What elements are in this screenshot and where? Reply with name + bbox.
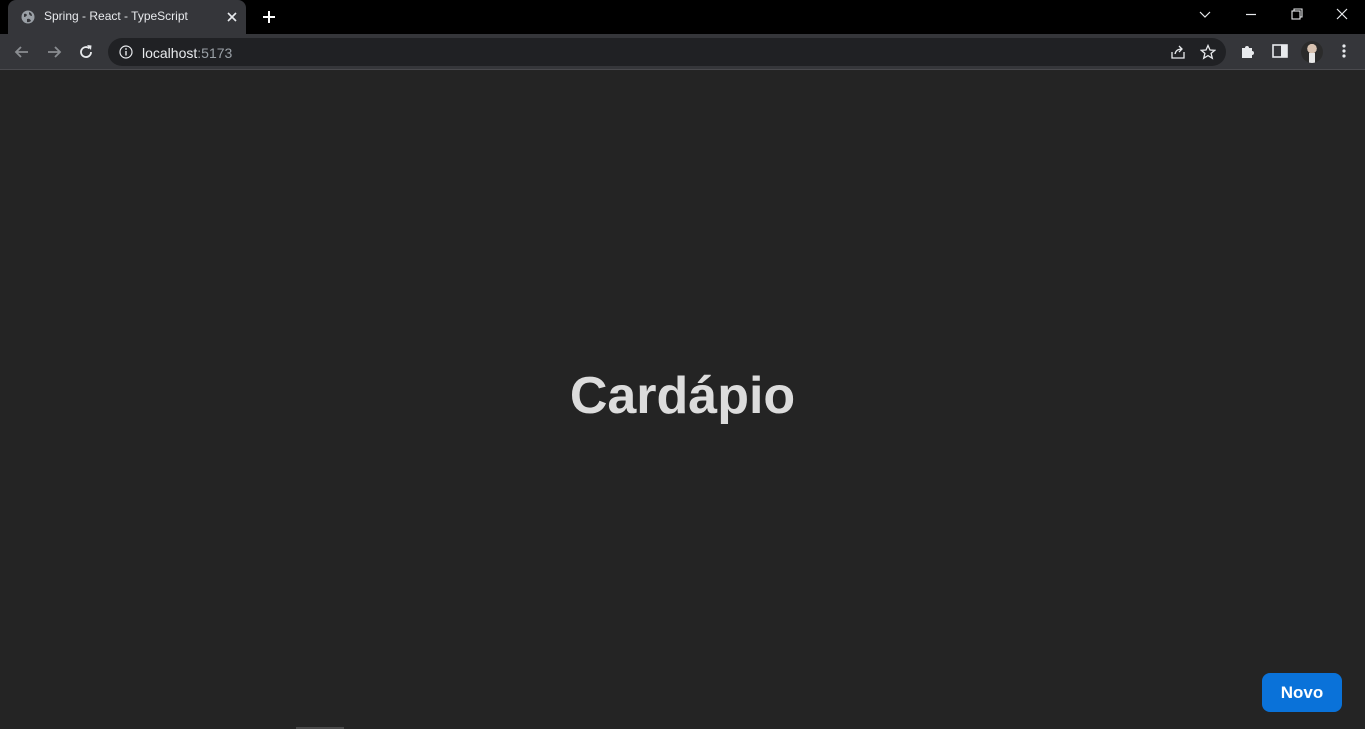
page-content: Cardápio Novo [0,71,1365,729]
page-title: Cardápio [569,367,796,425]
browser-titlebar: Spring - React - TypeScript [0,0,1365,34]
new-tab-plus-icon[interactable] [260,8,278,26]
url-host: localhost [142,45,198,61]
restore-icon[interactable] [1274,0,1320,30]
globe-icon [21,10,35,24]
browser-toolbar: localhost:5173 [0,34,1365,70]
reload-icon[interactable] [76,42,96,62]
forward-arrow-icon[interactable] [44,42,64,62]
address-url: localhost:5173 [142,45,232,61]
profile-avatar[interactable] [1301,41,1323,63]
menu-kebab-icon[interactable] [1336,42,1352,65]
side-panel-icon[interactable] [1271,42,1289,65]
tab-search-chevron-icon[interactable] [1182,0,1228,30]
tab-title: Spring - React - TypeScript [44,9,188,23]
close-window-icon[interactable] [1319,0,1365,30]
close-tab-icon[interactable] [224,9,240,25]
browser-tab[interactable]: Spring - React - TypeScript [8,0,246,34]
share-icon[interactable] [1170,44,1186,65]
extensions-puzzle-icon[interactable] [1239,42,1257,65]
bookmark-star-icon[interactable] [1199,43,1217,65]
url-port: :5173 [197,45,233,61]
minimize-icon[interactable] [1228,0,1274,30]
address-bar[interactable]: localhost:5173 [108,38,1226,66]
back-arrow-icon[interactable] [12,42,32,62]
site-info-icon[interactable] [119,45,133,64]
new-item-button[interactable]: Novo [1262,673,1342,712]
